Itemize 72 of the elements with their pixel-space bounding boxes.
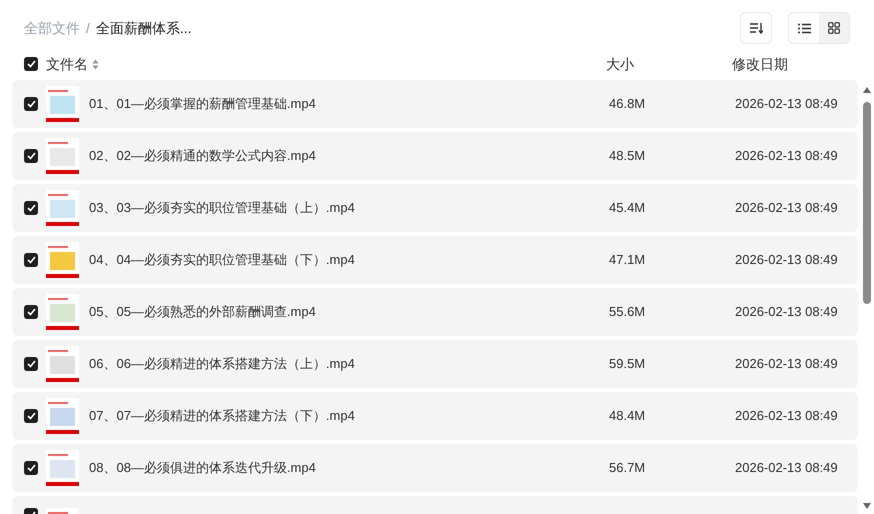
file-row[interactable]: 05、05—必须熟悉的外部薪酬调查.mp4 55.6M 2026-02-13 08:49 — [12, 288, 858, 336]
check-icon — [26, 204, 36, 212]
sort-arrows-icon — [92, 58, 99, 70]
file-row[interactable]: 06、06—必须精进的体系搭建方法（上）.mp4 59.5M 2026-02-13 08:49 — [12, 340, 858, 388]
name-column-header[interactable]: 文件名 — [46, 54, 606, 74]
scroll-down-icon[interactable] — [862, 502, 872, 510]
breadcrumb-item[interactable]: 全面薪酬体系... — [96, 18, 192, 38]
file-row[interactable]: 01、01—必须掌握的薪酬管理基础.mp4 46.8M 2026-02-13 08:49 — [12, 80, 858, 128]
checkbox[interactable] — [24, 461, 38, 475]
file-row[interactable]: 04、04—必须夯实的职位管理基础（下）.mp4 47.1M 2026-02-13 08:49 — [12, 236, 858, 284]
video-thumbnail — [46, 242, 79, 278]
file-date: 2026-02-13 08:49 — [735, 95, 838, 114]
breadcrumb-separator: / — [86, 18, 90, 38]
file-name: 05、05—必须熟悉的外部薪酬调查.mp4 — [89, 303, 317, 322]
file-row[interactable]: 02、02—必须精通的数学公式内容.mp4 48.5M 2026-02-13 08:49 — [12, 132, 858, 180]
checkbox[interactable] — [24, 409, 38, 423]
file-row[interactable]: 03、03—必须夯实的职位管理基础（上）.mp4 45.4M 2026-02-13 08:49 — [12, 184, 858, 232]
file-name: 04、04—必须夯实的职位管理基础（下）.mp4 — [89, 251, 356, 270]
file-name: 02、02—必须精通的数学公式内容.mp4 — [89, 147, 317, 166]
checkbox[interactable] — [24, 201, 38, 215]
file-row[interactable]: 07、07—必须精进的体系搭建方法（下）.mp4 48.4M 2026-02-13 08:49 — [12, 392, 858, 440]
sort-button[interactable] — [740, 12, 772, 44]
file-date: 2026-02-13 08:49 — [735, 407, 838, 426]
check-icon — [26, 60, 36, 68]
checkbox[interactable] — [24, 305, 38, 319]
check-icon — [26, 256, 36, 264]
video-thumbnail — [46, 294, 79, 330]
video-thumbnail — [46, 138, 79, 174]
sort-icon — [749, 22, 763, 34]
check-icon — [26, 152, 36, 160]
file-size: 48.4M — [609, 407, 646, 426]
checkbox[interactable] — [24, 253, 38, 267]
video-thumbnail — [46, 346, 79, 382]
file-name: 07、07—必须精进的体系搭建方法（下）.mp4 — [89, 407, 356, 426]
scrollbar-thumb[interactable] — [863, 102, 871, 304]
checkbox[interactable] — [24, 57, 38, 71]
file-name: 03、03—必须夯实的职位管理基础（上）.mp4 — [89, 199, 356, 218]
check-icon — [26, 100, 36, 108]
file-size: 48.5M — [609, 147, 646, 166]
file-size: 45.4M — [609, 199, 646, 218]
file-size: 59.5M — [609, 355, 646, 374]
check-icon — [26, 308, 36, 316]
check-icon — [26, 360, 36, 368]
grid-icon — [828, 22, 840, 34]
check-icon — [26, 464, 36, 472]
file-size: 47.1M — [609, 251, 646, 270]
file-name: 01、01—必须掌握的薪酬管理基础.mp4 — [89, 95, 317, 114]
file-date: 2026-02-13 08:49 — [735, 199, 838, 218]
file-size: 55.6M — [609, 303, 646, 322]
file-date: 2026-02-13 08:49 — [735, 251, 838, 270]
file-size: 56.7M — [609, 459, 646, 478]
checkbox[interactable] — [24, 357, 38, 371]
file-name: 08、08—必须俱进的体系迭代升级.mp4 — [89, 459, 317, 478]
checkbox[interactable] — [24, 97, 38, 111]
video-thumbnail — [46, 398, 79, 434]
date-column-header: 修改日期 — [732, 54, 788, 74]
scroll-up-icon[interactable] — [862, 86, 872, 94]
file-date: 2026-02-13 08:49 — [735, 355, 838, 374]
size-column-header: 大小 — [606, 54, 635, 74]
video-thumbnail — [46, 86, 79, 122]
grid-view-button[interactable] — [819, 13, 849, 43]
file-date: 2026-02-13 08:49 — [735, 303, 838, 322]
checkbox[interactable] — [24, 149, 38, 163]
file-row[interactable]: 08、08—必须俱进的体系迭代升级.mp4 56.7M 2026-02-13 08:49 — [12, 444, 858, 492]
list-icon — [798, 22, 810, 34]
check-icon — [26, 412, 36, 420]
file-name: 06、06—必须精进的体系搭建方法（上）.mp4 — [89, 355, 356, 374]
file-date: 2026-02-13 08:49 — [735, 459, 838, 478]
file-size: 46.8M — [609, 95, 646, 114]
video-thumbnail — [46, 190, 79, 226]
file-date: 2026-02-13 08:49 — [735, 147, 838, 166]
video-thumbnail — [46, 450, 79, 486]
